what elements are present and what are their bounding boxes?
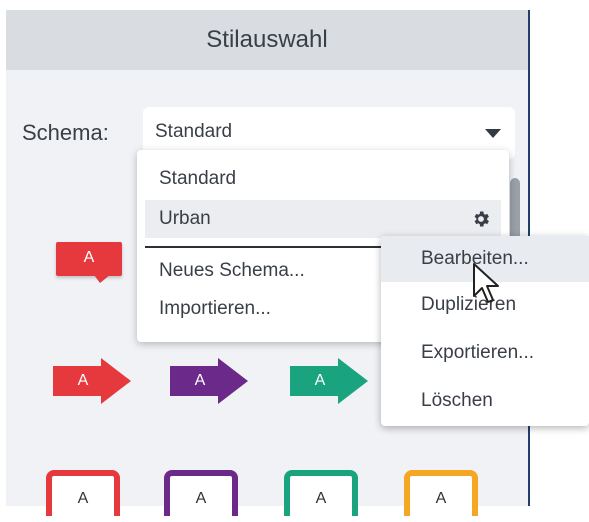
new-schema-label: Neues Schema...	[159, 260, 305, 281]
style-box-label: A	[435, 490, 447, 507]
style-arrow-purple[interactable]: A	[170, 358, 248, 404]
mouse-pointer-icon	[473, 263, 499, 303]
style-arrow-label: A	[194, 372, 206, 389]
import-schema-label: Importieren...	[159, 298, 271, 319]
style-box-label: A	[315, 490, 327, 507]
schema-option-standard[interactable]: Standard	[145, 160, 501, 198]
style-arrow-label: A	[314, 372, 326, 389]
schema-selected-value: Standard	[155, 121, 233, 142]
style-box-purple[interactable]: A	[164, 470, 238, 516]
panel-title: Stilauswahl	[6, 10, 528, 70]
chevron-down-icon[interactable]	[485, 129, 501, 138]
gear-icon[interactable]	[471, 209, 491, 229]
style-box-red[interactable]: A	[46, 470, 120, 516]
style-arrow-label: A	[77, 372, 89, 389]
style-callout-red[interactable]: A	[56, 242, 122, 283]
menu-item-label: Löschen	[421, 390, 493, 411]
style-box-label: A	[195, 490, 207, 507]
schema-option-urban[interactable]: Urban	[145, 200, 501, 238]
style-arrow-red[interactable]: A	[53, 358, 131, 404]
menu-item-export[interactable]: Exportieren...	[381, 330, 589, 376]
style-arrow-teal[interactable]: A	[290, 358, 368, 404]
style-callout-label: A	[83, 249, 95, 266]
menu-item-label: Exportieren...	[421, 342, 534, 363]
schema-label: Schema:	[22, 120, 109, 145]
schema-option-label: Standard	[159, 168, 237, 189]
style-box-orange[interactable]: A	[404, 470, 478, 516]
menu-item-label: Duplizieren	[421, 294, 517, 315]
style-box-teal[interactable]: A	[284, 470, 358, 516]
style-box-label: A	[77, 490, 89, 507]
menu-item-delete[interactable]: Löschen	[381, 378, 589, 424]
schema-option-label: Urban	[159, 208, 211, 229]
